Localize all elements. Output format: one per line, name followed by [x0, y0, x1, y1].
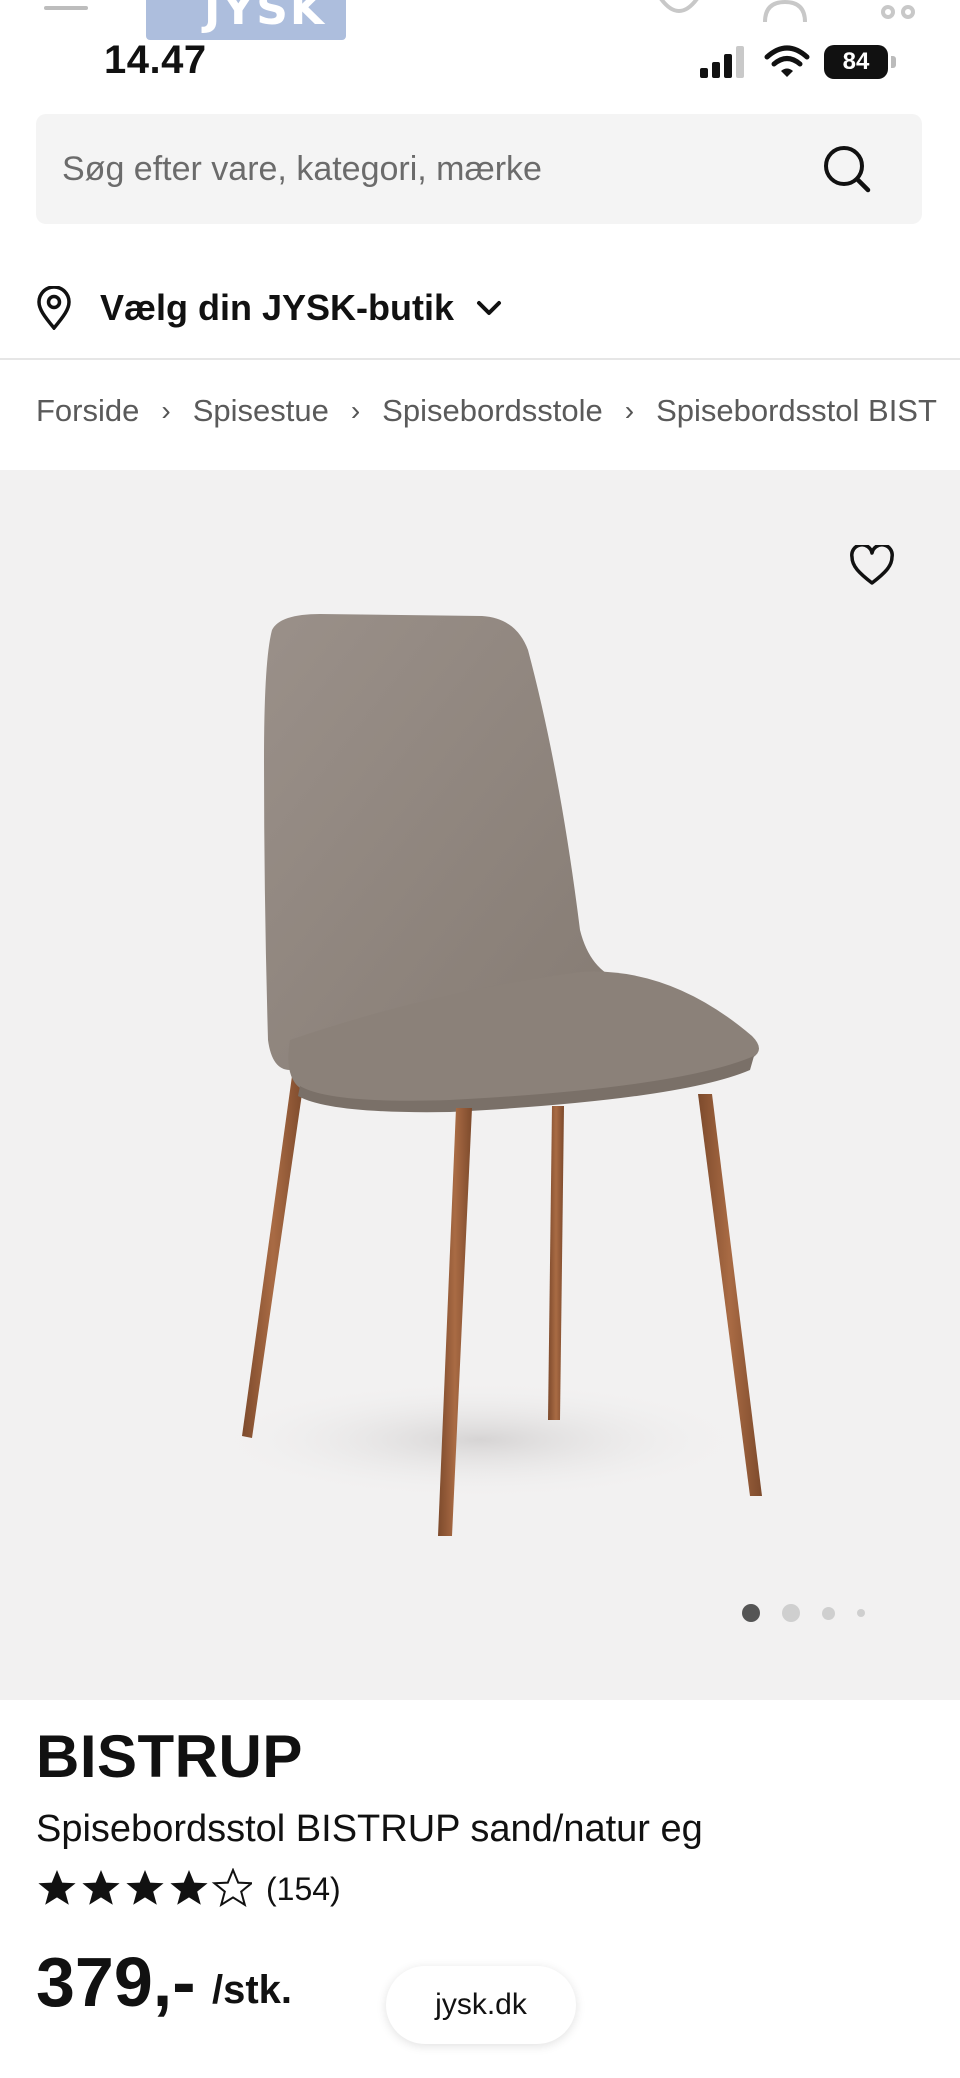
status-icons: 84	[700, 42, 896, 82]
gallery-pagination	[742, 1604, 887, 1622]
header-divider	[0, 358, 960, 360]
search-bar[interactable]: Søg efter vare, kategori, mærke	[36, 114, 922, 224]
gallery-dot[interactable]	[782, 1604, 800, 1622]
price-unit: /stk.	[212, 1968, 293, 2012]
status-time: 14.47	[104, 38, 207, 82]
product-name: Spisebordsstol BISTRUP sand/natur eg	[36, 1808, 703, 1850]
browser-url-pill[interactable]: jysk.dk	[386, 1966, 576, 2044]
add-to-wishlist-button[interactable]	[846, 540, 898, 592]
heart-icon	[850, 545, 894, 585]
gallery-dot-active[interactable]	[742, 1604, 760, 1622]
location-pin-icon	[37, 286, 71, 330]
review-count[interactable]: (154)	[266, 1871, 341, 1908]
breadcrumb: Forside › Spisestue › Spisebordsstole › …	[36, 393, 937, 429]
site-header-ghost: JYSK	[0, 0, 960, 40]
store-selector-label: Vælg din JYSK-butik	[100, 287, 455, 328]
wifi-icon	[764, 45, 810, 77]
wishlist-icon[interactable]	[654, 0, 704, 26]
account-icon[interactable]	[760, 0, 810, 26]
breadcrumb-item-spisestue[interactable]: Spisestue	[193, 393, 329, 429]
breadcrumb-separator-icon: ›	[350, 395, 361, 426]
battery-indicator: 84	[824, 45, 896, 79]
star-rating-icon	[38, 1869, 252, 1906]
menu-icon[interactable]	[44, 6, 88, 10]
search-input[interactable]: Søg efter vare, kategori, mærke	[62, 150, 542, 189]
product-rating[interactable]: (154)	[36, 1868, 341, 1910]
product-brand: BISTRUP	[36, 1723, 303, 1790]
gallery-dot[interactable]	[822, 1606, 835, 1620]
product-price: 379,-	[36, 1943, 196, 2021]
cellular-signal-icon	[700, 46, 744, 78]
gallery-dot[interactable]	[857, 1609, 865, 1617]
search-icon[interactable]	[822, 144, 872, 194]
breadcrumb-item-spisebordsstole[interactable]: Spisebordsstole	[382, 393, 603, 429]
battery-level: 84	[842, 48, 870, 75]
chevron-down-icon	[477, 301, 502, 315]
breadcrumb-separator-icon: ›	[624, 395, 635, 426]
breadcrumb-item-current: Spisebordsstol BIST	[656, 393, 937, 428]
store-selector[interactable]: Vælg din JYSK-butik	[36, 278, 502, 338]
cart-icon[interactable]	[874, 0, 924, 30]
breadcrumb-separator-icon: ›	[161, 395, 171, 426]
jysk-logo[interactable]: JYSK	[146, 0, 346, 40]
product-image-chair	[210, 614, 762, 1536]
logo-text: JYSK	[204, 0, 327, 35]
breadcrumb-item-forside[interactable]: Forside	[36, 393, 139, 429]
